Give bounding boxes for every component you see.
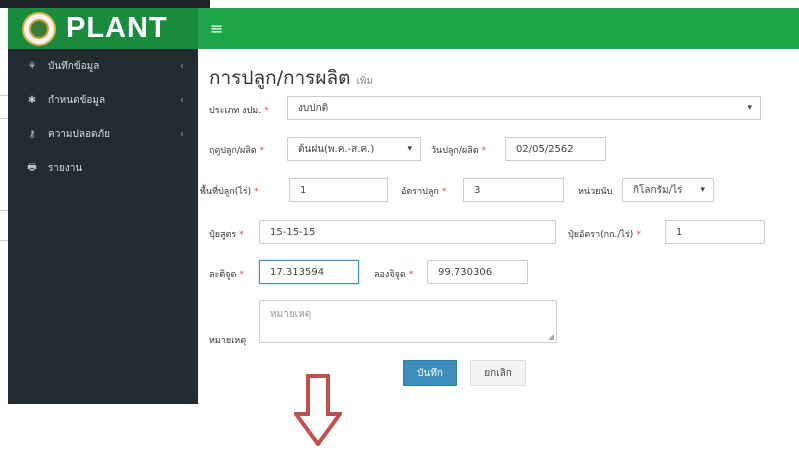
fertilizer-formula-input[interactable]: 15-15-15 [259,220,556,244]
note-label: หมายเหตุ [209,336,247,346]
emblem-icon [22,11,56,46]
menu-toggle-icon[interactable]: ≡ [210,19,223,38]
leaf-icon: ⚘ [27,60,37,72]
fertilizer-formula-label: ปุ๋ยสูตร * [209,230,244,240]
page-title-text: การปลูก/การผลิต [209,67,351,89]
sidebar-item-report[interactable]: 🖶 รายงาน [8,151,198,185]
top-strip [0,0,210,8]
chevron-left-icon: ‹ [180,94,184,106]
down-arrow-icon [294,374,342,446]
unit-label: หน่วยนับ [578,187,613,197]
chevron-left-icon: ‹ [180,60,184,72]
note-textarea[interactable]: หมายเหตุ ◢ [259,300,557,343]
longitude-label: ลองจิจูด * [374,270,414,280]
sidebar-item-label: ความปลอดภัย [48,128,110,140]
brand-title: PLANT [66,12,168,44]
rate-label: อัตราปลูก * [401,187,447,197]
budget-type-select[interactable]: งบปกติ [287,96,761,120]
page-subtitle: เพิ่ม [356,76,374,87]
fertilizer-rate-label: ปุ๋ยอัตรา(กก./ไร่) * [568,230,641,240]
key-icon: ⚷ [28,128,36,140]
season-select[interactable]: ต้นฝน(พ.ค.-ส.ค.) [287,137,421,161]
gear-icon: ✱ [27,94,37,106]
page-edge-line [0,240,8,241]
sidebar: ⚘ บันทึกข้อมูล ‹ ✱ กำหนดข้อมูล ‹ ⚷ ความป… [8,49,198,404]
page-title: การปลูก/การผลิต เพิ่ม [209,63,373,93]
main-content: การปลูก/การผลิต เพิ่ม ประเภท งปม. * งบปกติ… [198,49,799,404]
page-edge-line [0,210,8,211]
season-label: ฤดูปลูก/ผลิต * [209,146,265,156]
sidebar-item-record[interactable]: ⚘ บันทึกข้อมูล ‹ [8,49,198,83]
page-edge-line [0,118,8,119]
longitude-input[interactable]: 99.730306 [427,260,528,284]
area-label: พื้นที่ปลูก(ไร่) * [200,187,259,197]
unit-select[interactable]: กิโลกรัม/ไร่ [622,178,714,202]
page-edge-line [0,95,8,96]
date-label: วันปลูก/ผลิต * [431,146,487,156]
plant-date-input[interactable]: 02/05/2562 [505,137,606,161]
sidebar-item-settings[interactable]: ✱ กำหนดข้อมูล ‹ [8,83,198,117]
plant-rate-input[interactable]: 3 [463,178,564,202]
save-button[interactable]: บันทึก [403,360,457,386]
brand-logo-area[interactable]: PLANT [8,8,198,49]
fertilizer-rate-input[interactable]: 1 [665,220,765,244]
latitude-label: ละติจูด * [209,270,244,280]
area-input[interactable]: 1 [289,178,388,202]
cancel-button[interactable]: ยกเลิก [470,360,526,386]
sidebar-item-label: บันทึกข้อมูล [48,60,100,72]
type-label: ประเภท งปม. * [209,106,269,116]
print-icon: 🖶 [27,161,37,173]
sidebar-item-label: รายงาน [48,162,83,174]
latitude-input[interactable]: 17.313594 [259,260,359,284]
top-navbar: ≡ [198,8,799,49]
sidebar-item-security[interactable]: ⚷ ความปลอดภัย ‹ [8,117,198,151]
chevron-left-icon: ‹ [180,128,184,140]
sidebar-item-label: กำหนดข้อมูล [48,94,106,106]
resize-handle-icon[interactable]: ◢ [548,332,554,341]
